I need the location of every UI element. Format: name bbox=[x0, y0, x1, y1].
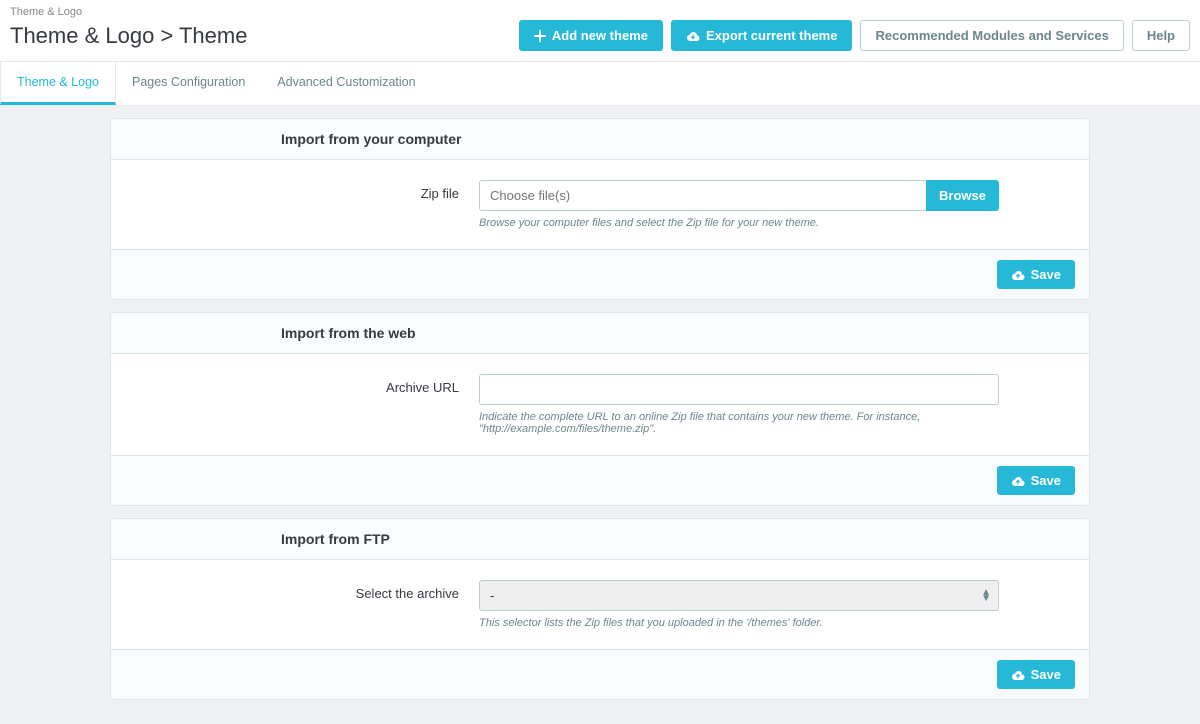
form-control-wrap: Browse Browse your computer files and se… bbox=[479, 180, 999, 229]
recommended-button[interactable]: Recommended Modules and Services bbox=[860, 20, 1123, 51]
export-theme-label: Export current theme bbox=[706, 28, 837, 43]
form-row: Select the archive - ▲▼ This selector li… bbox=[129, 580, 1071, 629]
panel-body: Zip file Browse Browse your computer fil… bbox=[111, 160, 1089, 249]
select-wrap: - ▲▼ bbox=[479, 580, 999, 611]
help-text: Browse your computer files and select th… bbox=[479, 217, 999, 229]
panel-header: Import from the web bbox=[111, 313, 1089, 354]
panel-body: Archive URL Indicate the complete URL to… bbox=[111, 354, 1089, 455]
panel-header: Import from FTP bbox=[111, 519, 1089, 560]
panel-body: Select the archive - ▲▼ This selector li… bbox=[111, 560, 1089, 649]
cloud-upload-icon bbox=[1011, 669, 1025, 681]
tab-label: Pages Configuration bbox=[132, 75, 245, 89]
select-archive-label: Select the archive bbox=[129, 580, 459, 601]
cloud-upload-icon bbox=[1011, 475, 1025, 487]
form-row: Zip file Browse Browse your computer fil… bbox=[129, 180, 1071, 229]
tab-advanced[interactable]: Advanced Customization bbox=[261, 62, 431, 105]
panel-title: Import from the web bbox=[281, 325, 1071, 341]
tab-label: Theme & Logo bbox=[17, 75, 99, 89]
archive-select[interactable]: - bbox=[479, 580, 999, 611]
archive-url-input[interactable] bbox=[479, 374, 999, 405]
content-area: Import from your computer Zip file Brows… bbox=[0, 106, 1200, 724]
browse-button[interactable]: Browse bbox=[926, 180, 999, 211]
panel-title: Import from your computer bbox=[281, 131, 1071, 147]
form-control-wrap: Indicate the complete URL to an online Z… bbox=[479, 374, 999, 435]
tab-theme-logo[interactable]: Theme & Logo bbox=[0, 62, 116, 105]
save-label: Save bbox=[1031, 473, 1061, 488]
panel-import-ftp: Import from FTP Select the archive - ▲▼ … bbox=[110, 518, 1090, 700]
archive-url-label: Archive URL bbox=[129, 374, 459, 395]
zip-file-input[interactable] bbox=[479, 180, 926, 211]
save-button[interactable]: Save bbox=[997, 660, 1075, 689]
breadcrumb: Theme & Logo bbox=[10, 6, 1190, 18]
panel-title: Import from FTP bbox=[281, 531, 1071, 547]
plus-icon bbox=[534, 30, 546, 42]
tabs: Theme & Logo Pages Configuration Advance… bbox=[0, 62, 1200, 106]
tab-pages-config[interactable]: Pages Configuration bbox=[116, 62, 261, 105]
help-text: Indicate the complete URL to an online Z… bbox=[479, 411, 999, 435]
page-header: Theme & Logo Theme & Logo > Theme Add ne… bbox=[0, 0, 1200, 62]
help-text: This selector lists the Zip files that y… bbox=[479, 617, 999, 629]
file-input-group: Browse bbox=[479, 180, 999, 211]
recommended-label: Recommended Modules and Services bbox=[875, 28, 1108, 43]
tab-label: Advanced Customization bbox=[277, 75, 415, 89]
help-label: Help bbox=[1147, 28, 1175, 43]
add-theme-label: Add new theme bbox=[552, 28, 648, 43]
zip-file-label: Zip file bbox=[129, 180, 459, 201]
help-button[interactable]: Help bbox=[1132, 20, 1190, 51]
cloud-upload-icon bbox=[1011, 269, 1025, 281]
panel-import-computer: Import from your computer Zip file Brows… bbox=[110, 118, 1090, 300]
browse-label: Browse bbox=[939, 188, 986, 203]
panel-footer: Save bbox=[111, 249, 1089, 299]
add-theme-button[interactable]: Add new theme bbox=[519, 20, 663, 51]
header-row: Theme & Logo > Theme Add new theme Expor… bbox=[10, 20, 1190, 51]
form-control-wrap: - ▲▼ This selector lists the Zip files t… bbox=[479, 580, 999, 629]
panel-header: Import from your computer bbox=[111, 119, 1089, 160]
export-theme-button[interactable]: Export current theme bbox=[671, 20, 852, 51]
header-actions: Add new theme Export current theme Recom… bbox=[519, 20, 1190, 51]
panel-import-web: Import from the web Archive URL Indicate… bbox=[110, 312, 1090, 506]
save-button[interactable]: Save bbox=[997, 260, 1075, 289]
cloud-download-icon bbox=[686, 30, 700, 42]
panel-footer: Save bbox=[111, 649, 1089, 699]
save-label: Save bbox=[1031, 267, 1061, 282]
form-row: Archive URL Indicate the complete URL to… bbox=[129, 374, 1071, 435]
save-button[interactable]: Save bbox=[997, 466, 1075, 495]
save-label: Save bbox=[1031, 667, 1061, 682]
panel-footer: Save bbox=[111, 455, 1089, 505]
page-title: Theme & Logo > Theme bbox=[10, 23, 247, 49]
